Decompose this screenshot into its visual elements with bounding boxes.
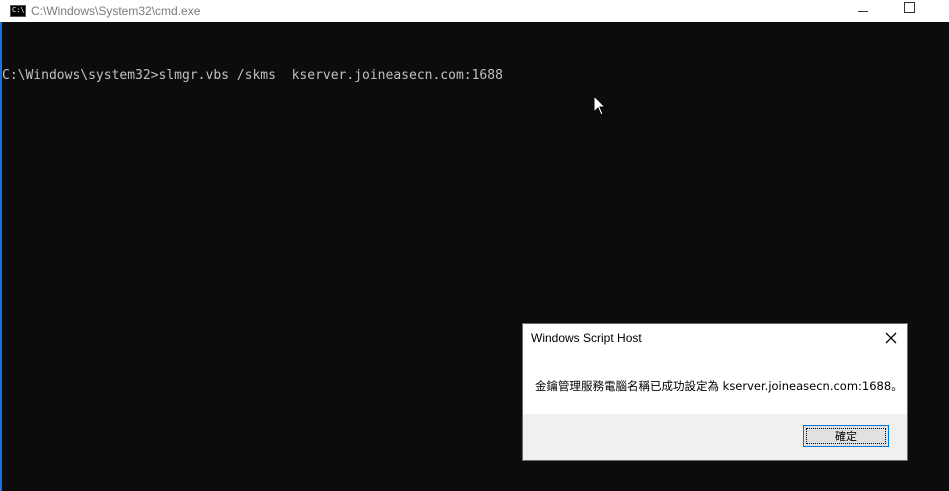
minimize-button[interactable] xyxy=(840,0,886,22)
cmd-console-icon: C:\ xyxy=(10,5,26,17)
maximize-button[interactable] xyxy=(886,0,932,22)
dialog-footer: 確定 xyxy=(523,414,907,460)
window-title: C:\Windows\System32\cmd.exe xyxy=(31,4,201,18)
ok-button[interactable]: 確定 xyxy=(803,425,889,447)
dialog-title: Windows Script Host xyxy=(531,331,642,345)
ok-button-label: 確定 xyxy=(835,430,857,443)
console-line: C:\Windows\system32>slmgr.vbs /skms kser… xyxy=(2,68,503,83)
mouse-cursor-icon xyxy=(593,95,607,116)
console-output[interactable]: C:\Windows\system32>slmgr.vbs /skms kser… xyxy=(2,38,503,113)
minimize-icon xyxy=(858,10,868,12)
maximize-icon xyxy=(903,1,915,13)
dialog-close-button[interactable] xyxy=(875,324,907,352)
script-host-dialog: Windows Script Host 金鑰管理服務電腦名稱已成功設定為 kse… xyxy=(522,323,908,461)
cmd-window: C:\ C:\Windows\System32\cmd.exe C:\Windo… xyxy=(0,0,949,491)
close-icon xyxy=(885,332,897,344)
title-bar[interactable]: C:\ C:\Windows\System32\cmd.exe xyxy=(0,0,949,22)
dialog-message: 金鑰管理服務電腦名稱已成功設定為 kserver.joineasecn.com:… xyxy=(535,379,903,393)
